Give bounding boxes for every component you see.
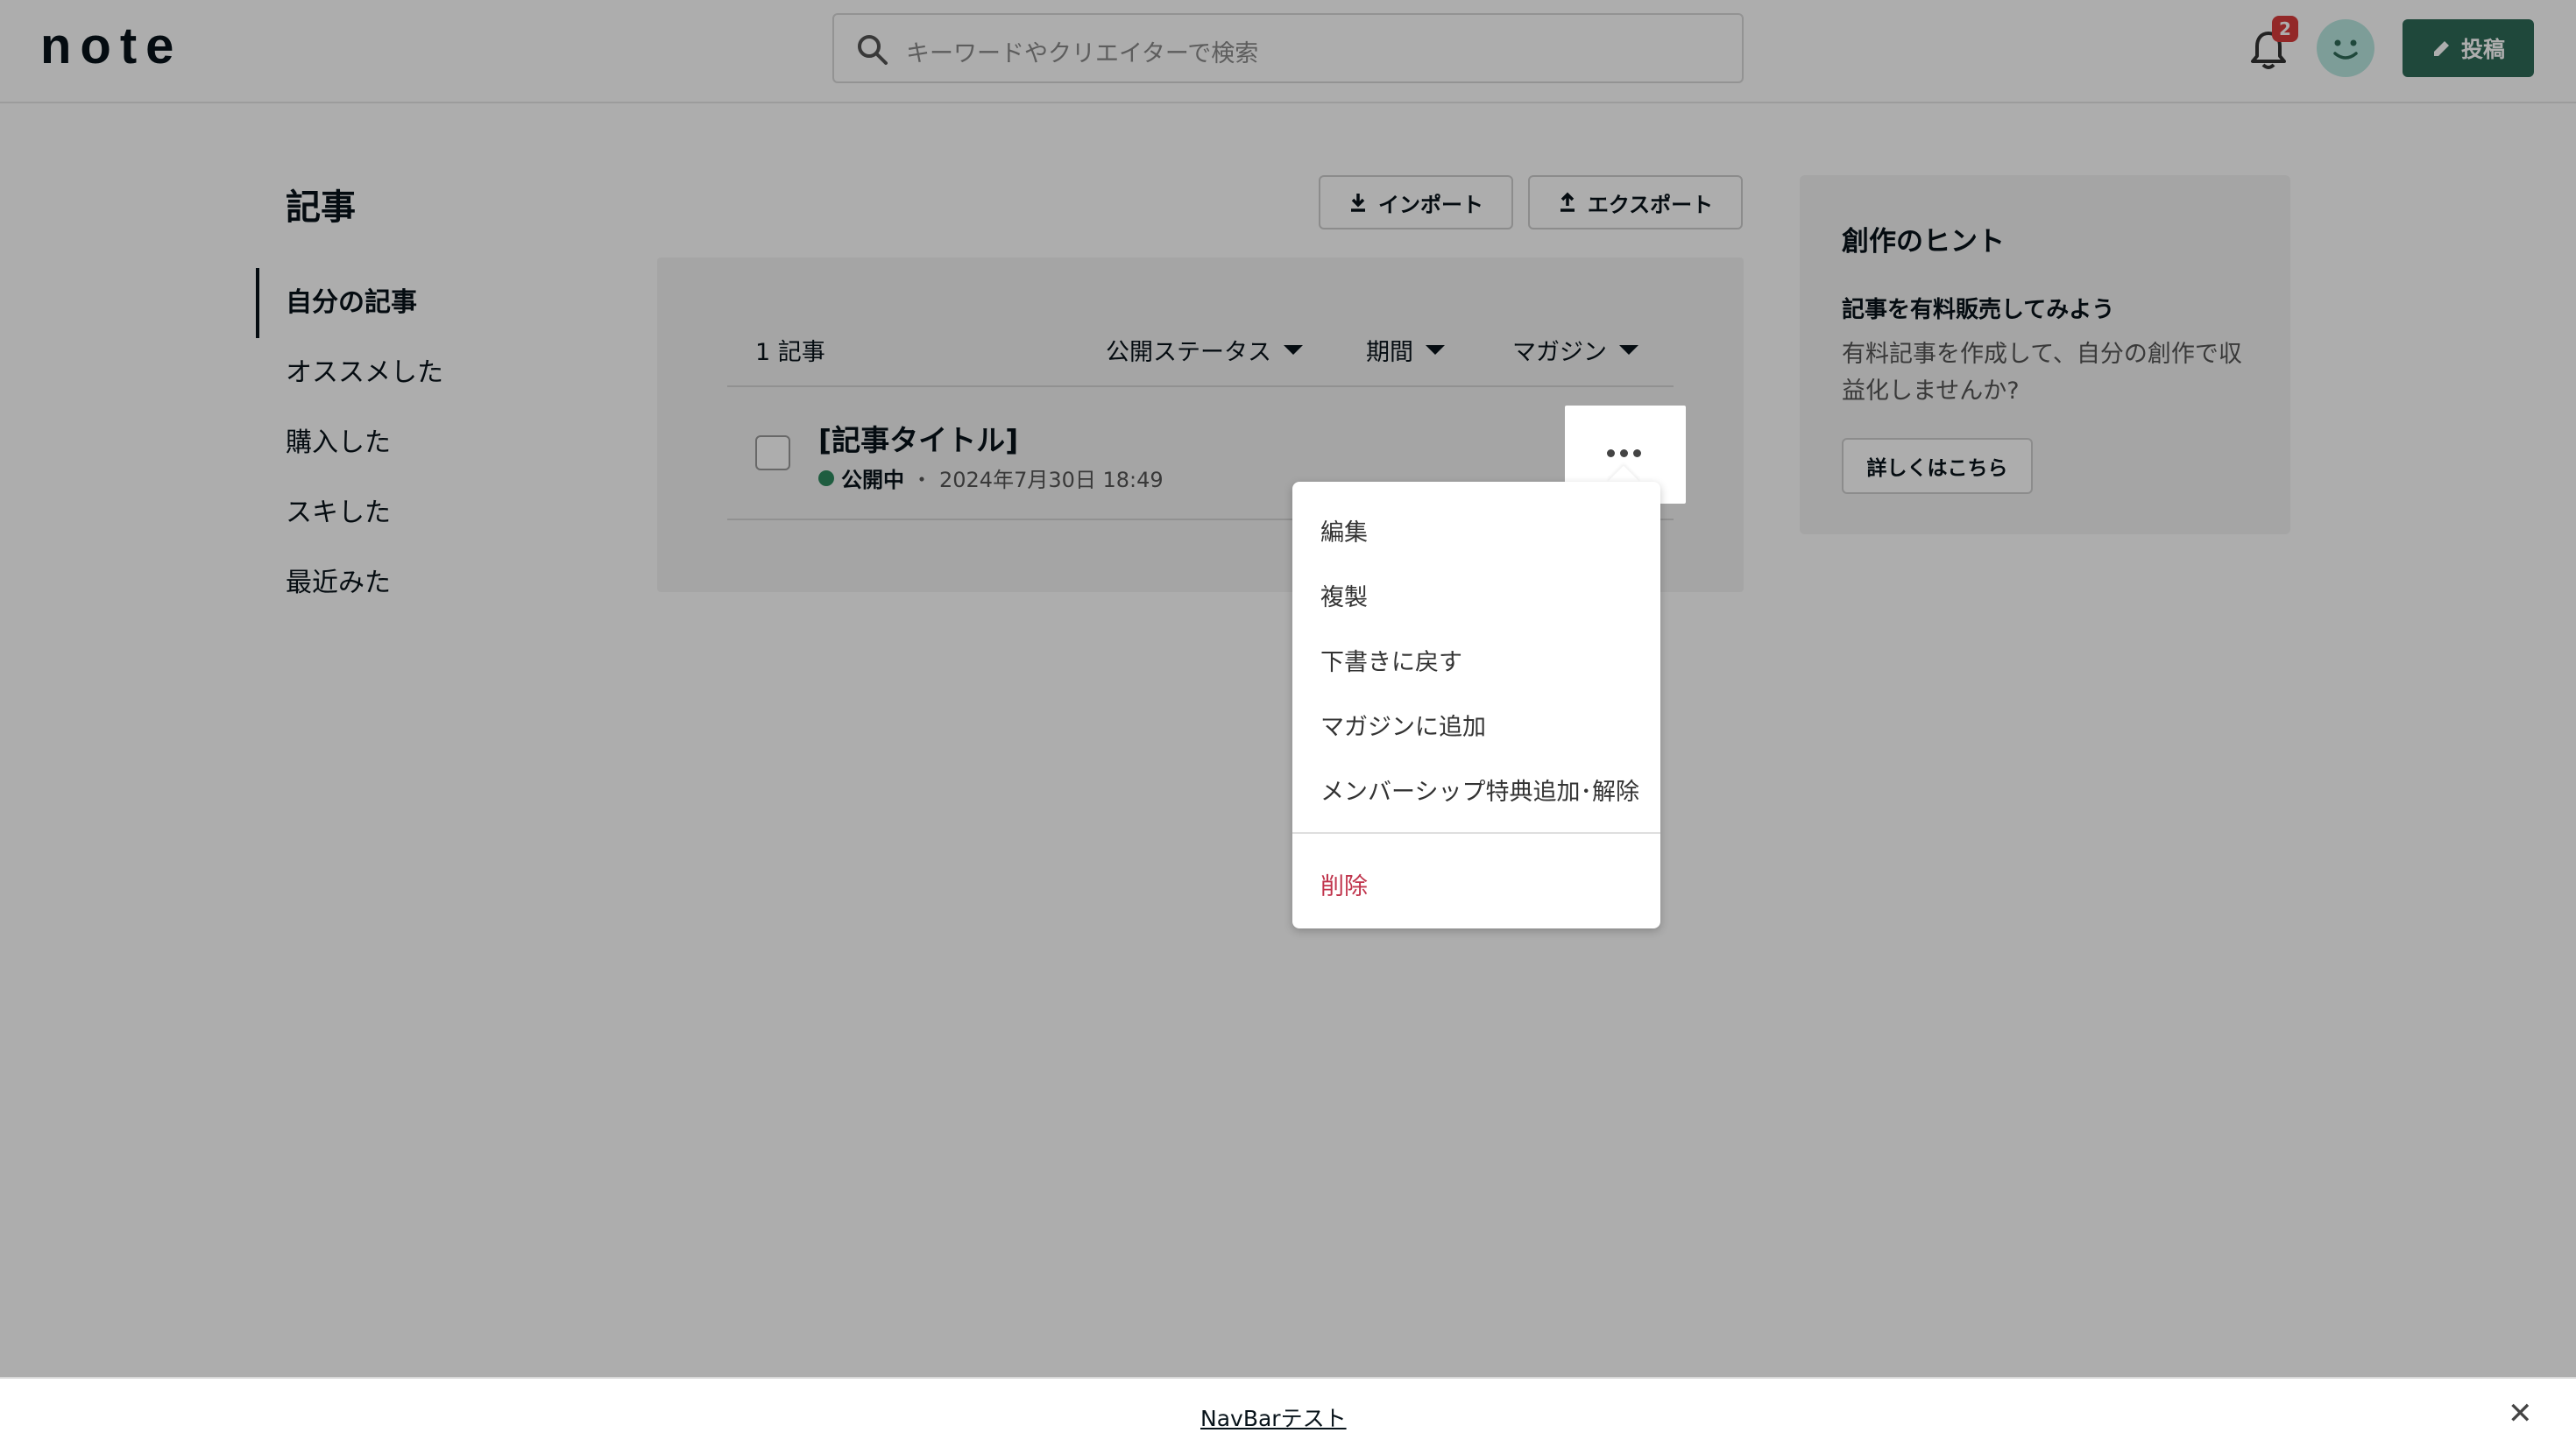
post-button-label: 投稿 [2460,37,2505,62]
page-title: 記事 [286,187,356,228]
hint-subtitle: 記事を有料販売してみよう [1842,297,2115,323]
import-button[interactable]: インポート [1319,175,1513,229]
filter-period-dropdown[interactable]: 期間 [1366,333,1445,367]
article-count: 1 記事 [755,339,825,366]
meta-separator: ・ [911,468,932,492]
article-context-menu: 編集 複製 下書きに戻す マガジンに追加 メンバーシップ特典追加･解除 削除 [1292,482,1660,928]
caret-down-icon [1426,345,1445,355]
navbar-test-link[interactable]: NavBarテスト [1200,1401,1347,1433]
article-checkbox[interactable] [755,435,790,470]
sidebar-item-purchased[interactable]: 購入した [256,408,519,478]
article-title[interactable]: [記事タイトル] [818,417,1018,459]
learn-more-button[interactable]: 詳しくはこちら [1842,438,2033,494]
search-placeholder: キーワードやクリエイターで検索 [906,40,1259,67]
search-icon [858,35,888,65]
bottom-navbar: NavBarテスト ✕ [0,1377,2576,1454]
filter-magazine-label: マガジン [1512,339,1607,366]
download-icon [1351,194,1365,212]
import-label: インポート [1378,192,1483,217]
hint-title: 創作のヒント [1842,226,2005,258]
menu-item-duplicate[interactable]: 複製 [1320,578,1368,612]
post-button[interactable]: 投稿 [2403,19,2534,77]
status-badge: 公開中 [841,468,904,492]
logo-text: note [40,23,182,72]
search-input[interactable]: キーワードやクリエイターで検索 [832,13,1744,83]
hint-body: 有料記事を作成して、自分の創作で収益化しませんか? [1842,341,2242,405]
menu-divider [1292,832,1660,834]
filter-period-label: 期間 [1366,339,1413,366]
article-date: 2024年7月30日 18:49 [939,468,1164,492]
upload-icon [1560,192,1575,212]
sidebar-item-my-articles[interactable]: 自分の記事 [256,268,519,338]
export-button[interactable]: エクスポート [1528,175,1743,229]
filter-status-label: 公開ステータス [1106,339,1271,366]
menu-item-delete[interactable]: 削除 [1320,867,1368,901]
caret-down-icon [1619,345,1638,355]
sidebar-item-recent[interactable]: 最近みた [256,548,519,618]
close-icon[interactable]: ✕ [2508,1396,2533,1431]
menu-item-add-magazine[interactable]: マガジンに追加 [1320,708,1486,742]
sidebar-item-recommended[interactable]: オススメした [256,338,519,408]
sidebar-item-liked[interactable]: スキした [256,478,519,548]
notification-badge: 2 [2272,16,2298,42]
menu-item-edit[interactable]: 編集 [1320,513,1368,547]
top-header: note キーワードやクリエイターで検索 2 投稿 [0,0,2576,103]
side-navigation: 自分の記事 オススメした 購入した スキした 最近みた [256,268,519,618]
page: note キーワードやクリエイターで検索 2 投稿 記事 自分の記事 オススメし… [0,0,2576,1454]
pencil-icon [2433,41,2449,56]
menu-item-membership-benefit[interactable]: メンバーシップ特典追加･解除 [1320,773,1639,807]
note-logo[interactable]: note [40,23,216,72]
article-meta: 公開中 ・ 2024年7月30日 18:49 [818,462,1164,493]
status-dot-icon [818,469,834,486]
avatar[interactable] [2317,19,2374,77]
smile-face-icon [2333,39,2358,60]
filter-magazine-dropdown[interactable]: マガジン [1512,333,1638,367]
ellipsis-icon [1607,449,1641,457]
caret-down-icon [1284,345,1303,355]
menu-item-revert-draft[interactable]: 下書きに戻す [1320,643,1462,677]
filter-status-dropdown[interactable]: 公開ステータス [1106,333,1303,367]
export-label: エクスポート [1587,192,1714,217]
